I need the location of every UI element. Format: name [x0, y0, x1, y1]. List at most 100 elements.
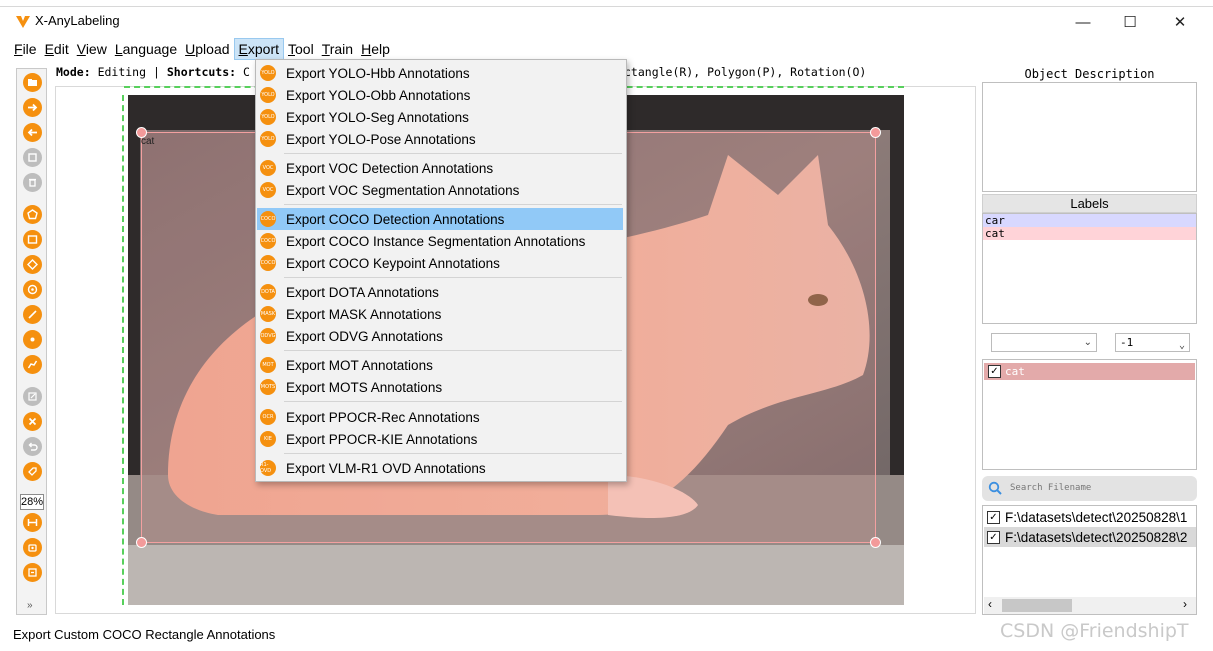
file-checkbox[interactable]: ✓ — [987, 510, 1000, 524]
menu-tool[interactable]: Tool — [284, 39, 318, 59]
yolo-icon: YOLO — [260, 87, 276, 103]
open-folder-icon[interactable] — [23, 73, 42, 92]
menu-item-export-dota[interactable]: DOTA Export DOTA Annotations — [257, 281, 623, 303]
close-button[interactable]: ✕ — [1160, 9, 1200, 35]
menu-item-export-coco-instance-seg[interactable]: COCO Export COCO Instance Segmentation An… — [257, 230, 623, 252]
app-logo-icon — [16, 16, 30, 28]
menu-item-export-ppocr-kie[interactable]: KIE Export PPOCR-KIE Annotations — [257, 428, 623, 450]
search-icon — [988, 481, 1002, 495]
menu-edit[interactable]: Edit — [41, 39, 73, 59]
dota-icon: DOTA — [260, 284, 276, 300]
next-image-icon[interactable] — [23, 98, 42, 117]
shape-list: ✓ cat — [982, 359, 1197, 470]
scrollbar-thumb[interactable] — [1002, 599, 1072, 612]
menu-item-export-mot[interactable]: MOT Export MOT Annotations — [257, 354, 623, 376]
rectangle-tool-icon[interactable] — [23, 230, 42, 249]
menu-view[interactable]: View — [73, 39, 111, 59]
file-item[interactable]: ✓ F:\datasets\detect\20250828\1 — [984, 507, 1196, 527]
r1-ovd-icon: R1-OVD — [260, 460, 276, 476]
mode-value: Editing — [97, 65, 147, 79]
window-title: X-AnyLabeling — [35, 13, 120, 28]
menu-separator — [284, 204, 622, 205]
edit-tool-icon[interactable] — [23, 387, 42, 406]
menu-item-export-voc-segmentation[interactable]: VOC Export VOC Segmentation Annotations — [257, 179, 623, 201]
auto-label-icon[interactable] — [23, 538, 42, 557]
zoom-level-input[interactable]: 28% — [20, 494, 44, 510]
menu-separator — [284, 401, 622, 402]
shape-item-cat[interactable]: ✓ cat — [984, 363, 1195, 380]
file-checkbox[interactable]: ✓ — [987, 530, 1000, 544]
delete-file-icon[interactable] — [23, 173, 42, 192]
bbox-vertex[interactable] — [870, 127, 881, 138]
bbox-label: cat — [141, 136, 155, 147]
linestrip-tool-icon[interactable] — [23, 355, 42, 374]
menu-item-export-voc-detection[interactable]: VOC Export VOC Detection Annotations — [257, 157, 623, 179]
circle-tool-icon[interactable] — [23, 280, 42, 299]
tag-icon[interactable] — [23, 462, 42, 481]
scroll-left-icon[interactable]: ‹ — [988, 597, 992, 611]
yolo-icon: YOLO — [260, 65, 276, 81]
menu-upload[interactable]: Upload — [181, 39, 233, 59]
left-toolbar: 28% » — [16, 68, 47, 615]
shape-visibility-checkbox[interactable]: ✓ — [988, 365, 1001, 378]
undo-icon[interactable] — [23, 437, 42, 456]
menu-file[interactable]: File — [10, 39, 41, 59]
horizontal-scrollbar[interactable]: ‹ › — [984, 597, 1196, 614]
menu-item-export-yolo-hbb[interactable]: YOLO Export YOLO-Hbb Annotations — [257, 62, 623, 84]
menu-train[interactable]: Train — [318, 39, 357, 59]
object-description-textarea[interactable] — [982, 82, 1197, 192]
auto-run-icon[interactable] — [23, 563, 42, 582]
menu-language[interactable]: Language — [111, 39, 181, 59]
save-icon[interactable] — [23, 148, 42, 167]
menu-separator — [284, 153, 622, 154]
prev-image-icon[interactable] — [23, 123, 42, 142]
ocr-icon: OCR — [260, 409, 276, 425]
point-tool-icon[interactable] — [23, 330, 42, 349]
label-item-cat[interactable]: cat — [983, 227, 1196, 240]
menu-item-export-vlm-r1-ovd[interactable]: R1-OVD Export VLM-R1 OVD Annotations — [257, 457, 623, 479]
menu-item-export-coco-keypoint[interactable]: COCO Export COCO Keypoint Annotations — [257, 252, 623, 274]
minimize-button[interactable]: — — [1063, 9, 1103, 35]
bbox-vertex[interactable] — [136, 537, 147, 548]
menu-help[interactable]: Help — [357, 39, 394, 59]
yolo-icon: YOLO — [260, 131, 276, 147]
chevron-down-icon: ⌄ — [1083, 337, 1092, 348]
group-id-dropdown[interactable]: ⌄ — [991, 333, 1097, 352]
fit-width-icon[interactable] — [23, 513, 42, 532]
file-list: ✓ F:\datasets\detect\20250828\1 ✓ F:\dat… — [982, 505, 1197, 615]
status-bar-text: Export Custom COCO Rectangle Annotations — [13, 627, 276, 642]
delete-shape-icon[interactable] — [23, 412, 42, 431]
track-id-dropdown[interactable]: -1 ⌄ — [1115, 333, 1190, 352]
menu-item-export-yolo-seg[interactable]: YOLO Export YOLO-Seg Annotations — [257, 106, 623, 128]
menu-item-export-yolo-pose[interactable]: YOLO Export YOLO-Pose Annotations — [257, 128, 623, 150]
file-search-input[interactable]: Search Filename — [982, 476, 1197, 501]
close-icon: ✕ — [1173, 14, 1187, 31]
more-tools-icon[interactable]: » — [27, 600, 33, 611]
line-tool-icon[interactable] — [23, 305, 42, 324]
watermark: CSDN @FriendshipT — [1000, 620, 1189, 642]
export-dropdown-menu: YOLO Export YOLO-Hbb Annotations YOLO Expo… — [255, 59, 627, 482]
menu-separator — [284, 277, 622, 278]
menu-item-export-mask[interactable]: MASK Export MASK Annotations — [257, 303, 623, 325]
shortcuts-text: ctangle(R), Polygon(P), Rotation(O) — [624, 65, 867, 79]
shortcuts-key: Shortcuts: — [166, 65, 237, 79]
menu-item-export-mots[interactable]: MOTS Export MOTS Annotations — [257, 376, 623, 398]
menu-item-export-ppocr-rec[interactable]: OCR Export PPOCR-Rec Annotations — [257, 406, 623, 428]
coco-icon: COCO — [260, 211, 276, 227]
kie-icon: KIE — [260, 431, 276, 447]
bbox-vertex[interactable] — [870, 537, 881, 548]
label-item-car[interactable]: car — [983, 214, 1196, 227]
title-bar: X-AnyLabeling — ☐ ✕ — [0, 6, 1213, 36]
file-item[interactable]: ✓ F:\datasets\detect\20250828\2 — [984, 527, 1196, 547]
mot-icon: MOT — [260, 357, 276, 373]
mots-icon: MOTS — [260, 379, 276, 395]
maximize-button[interactable]: ☐ — [1110, 9, 1150, 35]
menu-item-export-coco-detection[interactable]: COCO Export COCO Detection Annotations — [257, 208, 623, 230]
scroll-right-icon[interactable]: › — [1183, 597, 1187, 611]
menu-export[interactable]: Export — [233, 38, 284, 60]
polygon-tool-icon[interactable] — [23, 205, 42, 224]
rotation-tool-icon[interactable] — [23, 255, 42, 274]
menu-item-export-odvg[interactable]: ODVG Export ODVG Annotations — [257, 325, 623, 347]
menu-bar: File Edit View Language Upload Export To… — [0, 38, 1213, 60]
menu-item-export-yolo-obb[interactable]: YOLO Export YOLO-Obb Annotations — [257, 84, 623, 106]
